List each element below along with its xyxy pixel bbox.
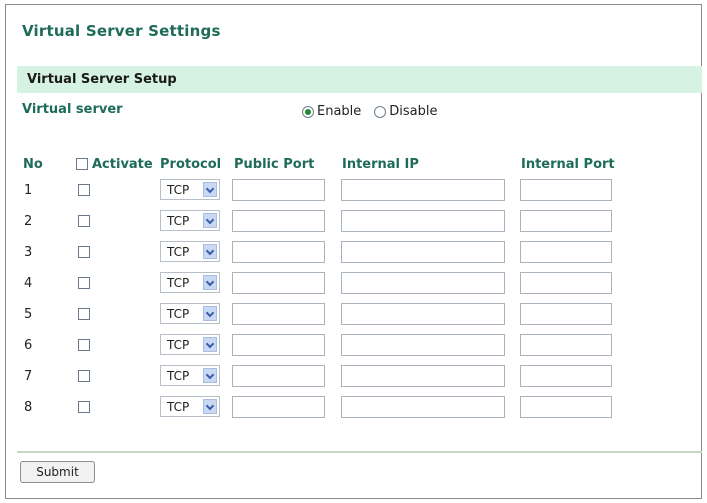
protocol-select[interactable]: TCP — [160, 396, 220, 417]
activate-checkbox[interactable] — [78, 370, 90, 382]
protocol-value: TCP — [167, 307, 190, 321]
column-header-internal-port: Internal Port — [521, 157, 615, 172]
table-row: 6 TCP — [6, 333, 703, 357]
internal-ip-input[interactable] — [341, 210, 505, 232]
protocol-value: TCP — [167, 369, 190, 383]
chevron-down-icon[interactable] — [203, 368, 217, 383]
internal-port-input[interactable] — [520, 179, 612, 201]
chevron-down-icon[interactable] — [203, 275, 217, 290]
protocol-value: TCP — [167, 400, 190, 414]
public-port-input[interactable] — [232, 334, 325, 356]
protocol-select[interactable]: TCP — [160, 272, 220, 293]
column-header-no: No — [23, 157, 43, 172]
protocol-value: TCP — [167, 245, 190, 259]
table-row: 2 TCP — [6, 209, 703, 233]
table-row: 5 TCP — [6, 302, 703, 326]
activate-checkbox[interactable] — [78, 308, 90, 320]
page-title: Virtual Server Settings — [22, 22, 221, 40]
internal-ip-input[interactable] — [341, 334, 505, 356]
public-port-input[interactable] — [232, 396, 325, 418]
internal-ip-input[interactable] — [341, 303, 505, 325]
internal-port-input[interactable] — [520, 303, 612, 325]
section-header: Virtual Server Setup — [17, 66, 702, 93]
activate-checkbox[interactable] — [78, 184, 90, 196]
internal-ip-input[interactable] — [341, 241, 505, 263]
column-header-activate: Activate — [92, 157, 153, 172]
settings-panel: Virtual Server Settings Virtual Server S… — [5, 4, 702, 499]
table-row: 7 TCP — [6, 364, 703, 388]
internal-ip-input[interactable] — [341, 179, 505, 201]
row-number: 1 — [24, 183, 33, 198]
internal-port-input[interactable] — [520, 210, 612, 232]
activate-checkbox[interactable] — [78, 215, 90, 227]
protocol-value: TCP — [167, 276, 190, 290]
virtual-server-radio-group: Enable Disable — [302, 104, 438, 119]
table-row: 8 TCP — [6, 395, 703, 419]
section-title: Virtual Server Setup — [27, 72, 177, 87]
table-row: 4 TCP — [6, 271, 703, 295]
row-number: 5 — [24, 307, 33, 322]
virtual-server-label: Virtual server — [22, 102, 123, 117]
submit-button[interactable]: Submit — [20, 461, 95, 483]
protocol-select[interactable]: TCP — [160, 179, 220, 200]
internal-port-input[interactable] — [520, 241, 612, 263]
activate-checkbox[interactable] — [78, 277, 90, 289]
internal-ip-input[interactable] — [341, 365, 505, 387]
public-port-input[interactable] — [232, 272, 325, 294]
chevron-down-icon[interactable] — [203, 182, 217, 197]
disable-radio-label[interactable]: Disable — [389, 104, 437, 119]
table-row: 3 TCP — [6, 240, 703, 264]
table-row: 1 TCP — [6, 178, 703, 202]
column-header-public-port: Public Port — [234, 157, 315, 172]
activate-all-checkbox[interactable] — [76, 158, 88, 170]
divider — [17, 451, 702, 453]
row-number: 3 — [24, 245, 33, 260]
protocol-select[interactable]: TCP — [160, 210, 220, 231]
disable-radio[interactable] — [374, 105, 387, 118]
column-header-internal-ip: Internal IP — [342, 157, 419, 172]
protocol-select[interactable]: TCP — [160, 334, 220, 355]
protocol-select[interactable]: TCP — [160, 365, 220, 386]
row-number: 4 — [24, 276, 33, 291]
chevron-down-icon[interactable] — [203, 399, 217, 414]
protocol-select[interactable]: TCP — [160, 241, 220, 262]
row-number: 2 — [24, 214, 33, 229]
internal-port-input[interactable] — [520, 396, 612, 418]
internal-port-input[interactable] — [520, 334, 612, 356]
internal-port-input[interactable] — [520, 272, 612, 294]
row-number: 6 — [24, 338, 33, 353]
activate-checkbox[interactable] — [78, 246, 90, 258]
public-port-input[interactable] — [232, 179, 325, 201]
activate-checkbox[interactable] — [78, 401, 90, 413]
enable-radio[interactable] — [302, 105, 314, 118]
public-port-input[interactable] — [232, 303, 325, 325]
chevron-down-icon[interactable] — [203, 306, 217, 321]
row-number: 7 — [24, 369, 33, 384]
protocol-value: TCP — [167, 183, 190, 197]
column-header-protocol: Protocol — [160, 157, 222, 172]
activate-checkbox[interactable] — [78, 339, 90, 351]
enable-radio-label[interactable]: Enable — [317, 104, 361, 119]
protocol-select[interactable]: TCP — [160, 303, 220, 324]
chevron-down-icon[interactable] — [203, 213, 217, 228]
chevron-down-icon[interactable] — [203, 337, 217, 352]
public-port-input[interactable] — [232, 241, 325, 263]
public-port-input[interactable] — [232, 210, 325, 232]
row-number: 8 — [24, 400, 33, 415]
protocol-value: TCP — [167, 338, 190, 352]
protocol-value: TCP — [167, 214, 190, 228]
internal-ip-input[interactable] — [341, 272, 505, 294]
internal-ip-input[interactable] — [341, 396, 505, 418]
chevron-down-icon[interactable] — [203, 244, 217, 259]
public-port-input[interactable] — [232, 365, 325, 387]
internal-port-input[interactable] — [520, 365, 612, 387]
